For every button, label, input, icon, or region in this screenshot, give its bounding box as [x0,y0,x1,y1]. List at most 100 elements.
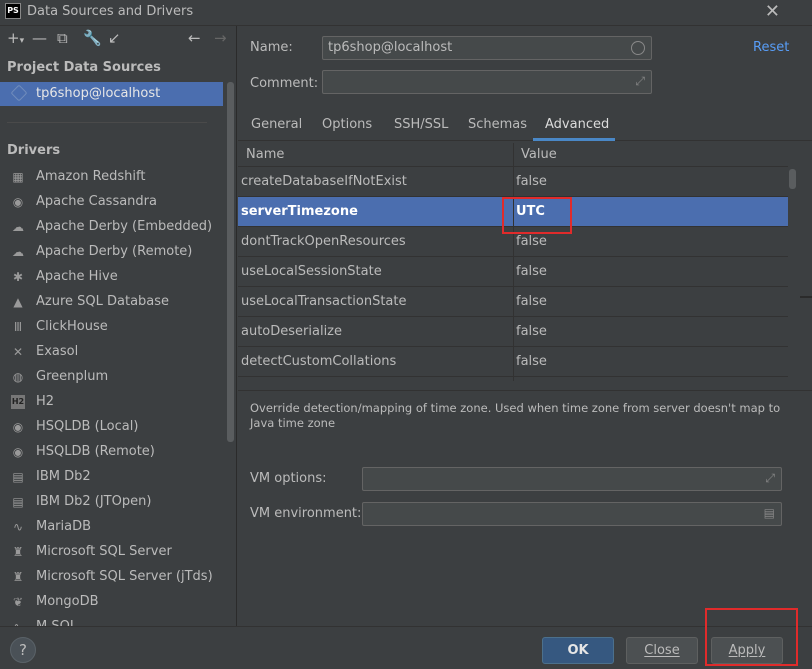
property-value[interactable]: false [516,234,547,249]
tab-ssh-ssl[interactable]: SSH/SSL [394,117,448,132]
bottom-bar: ? OK Close Apply [0,626,812,669]
driver-item[interactable]: H2 H2 [0,390,223,415]
driver-icon: ◉ [12,420,24,434]
right-panel: Name: tp6shop@localhost Reset Comment: ⤢… [238,26,812,626]
tab-advanced[interactable]: Advanced [545,117,609,132]
header-name[interactable]: Name [246,147,284,162]
driver-item[interactable]: ◍ Greenplum [0,365,223,390]
reset-link[interactable]: Reset [753,40,789,55]
property-name: serverTimezone [241,204,358,219]
driver-label: IBM Db2 (JTOpen) [36,494,152,509]
project-data-sources-title: Project Data Sources [7,60,161,75]
driver-label: MongoDB [36,594,99,609]
driver-icon: ◉ [12,445,24,459]
driver-label: Apache Hive [36,269,118,284]
data-source-item[interactable]: tp6shop@localhost [0,82,223,106]
tab-options[interactable]: Options [322,117,372,132]
description-area: Override detection/mapping of time zone.… [238,390,812,470]
column-divider [513,143,514,381]
property-value[interactable]: false [516,174,547,189]
window-title: Data Sources and Drivers [27,4,194,19]
vm-environment-field[interactable]: ▤ [362,502,782,526]
tab-bar: General Options SSH/SSL Schemas Advanced [238,111,812,141]
driver-label: Apache Derby (Embedded) [36,219,213,234]
close-icon[interactable]: ✕ [765,1,780,22]
expand-icon[interactable]: ⤢ [765,471,775,486]
back-arrow-icon[interactable]: ← [188,29,201,47]
remove-icon[interactable]: — [32,29,47,47]
driver-icon: ♜ [12,570,24,584]
driver-label: Azure SQL Database [36,294,170,309]
import-icon[interactable]: ↙ [108,29,121,47]
driver-label: IBM Db2 [36,469,91,484]
driver-icon: ◉ [12,195,24,209]
vm-options-label: VM options: [250,471,327,486]
driver-item[interactable]: ☁ Apache Derby (Embedded) [0,215,223,240]
driver-label: ClickHouse [36,319,108,334]
driver-label: Apache Derby (Remote) [36,244,193,259]
property-name: useLocalTransactionState [241,294,407,309]
driver-item[interactable]: ∿ MariaDB [0,515,223,540]
driver-item[interactable]: Ⅲ ClickHouse [0,315,223,340]
driver-item[interactable]: ❦ MongoDB [0,590,223,615]
driver-icon: ☁ [12,245,24,259]
driver-item[interactable]: ▤ IBM Db2 [0,465,223,490]
left-panel: +▾ — ⧉ 🔧 ↙ ← → Project Data Sources tp6s… [0,26,237,626]
properties-table: Name Value createDatabaseIfNotExist false… [238,143,788,381]
driver-label: Apache Cassandra [36,194,157,209]
driver-icon: ✱ [12,270,24,284]
tab-schemas[interactable]: Schemas [468,117,527,132]
driver-icon: ▤ [12,470,24,484]
app-icon: PS [5,3,21,19]
name-label: Name: [250,40,293,55]
highlight-box-apply [705,608,798,666]
title-bar: PS Data Sources and Drivers ✕ [0,0,812,26]
add-icon[interactable]: +▾ [7,29,24,50]
property-value[interactable]: false [516,294,547,309]
driver-item[interactable]: ▤ IBM Db2 (JTOpen) [0,490,223,515]
duplicate-icon[interactable]: ⧉ [57,29,68,47]
vm-environment-label: VM environment: [250,506,362,521]
name-field[interactable]: tp6shop@localhost [322,36,652,60]
driver-label: H2 [36,394,55,409]
list-icon[interactable]: ▤ [764,506,775,520]
driver-item[interactable]: ∿M SQL [0,615,223,626]
property-value[interactable]: false [516,324,547,339]
close-button[interactable]: Close [626,637,698,664]
driver-item[interactable]: ☁ Apache Derby (Remote) [0,240,223,265]
driver-item[interactable]: ◉ Apache Cassandra [0,190,223,215]
left-toolbar: +▾ — ⧉ 🔧 ↙ ← → [0,26,236,52]
property-description: Override detection/mapping of time zone.… [250,401,781,430]
table-scrollbar[interactable] [788,167,797,389]
scroll-thumb[interactable] [789,169,796,189]
driver-item[interactable]: ◉ HSQLDB (Local) [0,415,223,440]
driver-item[interactable]: ▦ Amazon Redshift [0,165,223,190]
property-value[interactable]: false [516,354,547,369]
forward-arrow-icon[interactable]: → [214,29,227,47]
driver-item[interactable]: ▲ Azure SQL Database [0,290,223,315]
comment-field[interactable]: ⤢ [322,70,652,94]
wrench-icon[interactable]: 🔧 [83,29,102,47]
driver-item[interactable]: ◉ HSQLDB (Remote) [0,440,223,465]
driver-label: HSQLDB (Local) [36,419,139,434]
driver-item[interactable]: ✱ Apache Hive [0,265,223,290]
name-value: tp6shop@localhost [328,40,453,55]
left-scrollbar[interactable] [227,82,234,442]
property-value[interactable]: false [516,264,547,279]
tab-general[interactable]: General [251,117,302,132]
property-name: useLocalSessionState [241,264,382,279]
help-button[interactable]: ? [10,637,36,663]
vm-options-field[interactable]: ⤢ [362,467,782,491]
driver-icon: ✕ [12,345,24,359]
ok-button[interactable]: OK [542,637,614,664]
driver-item[interactable]: ♜ Microsoft SQL Server [0,540,223,565]
header-value[interactable]: Value [521,147,557,162]
driver-label: Microsoft SQL Server (jTds) [36,569,213,584]
driver-item[interactable]: ♜ Microsoft SQL Server (jTds) [0,565,223,590]
driver-item[interactable]: ✕ Exasol [0,340,223,365]
expand-icon[interactable]: ⤢ [635,74,645,89]
property-name: createDatabaseIfNotExist [241,174,407,189]
driver-icon: ♜ [12,545,24,559]
divider [7,122,207,123]
driver-icon: ☁ [12,220,24,234]
